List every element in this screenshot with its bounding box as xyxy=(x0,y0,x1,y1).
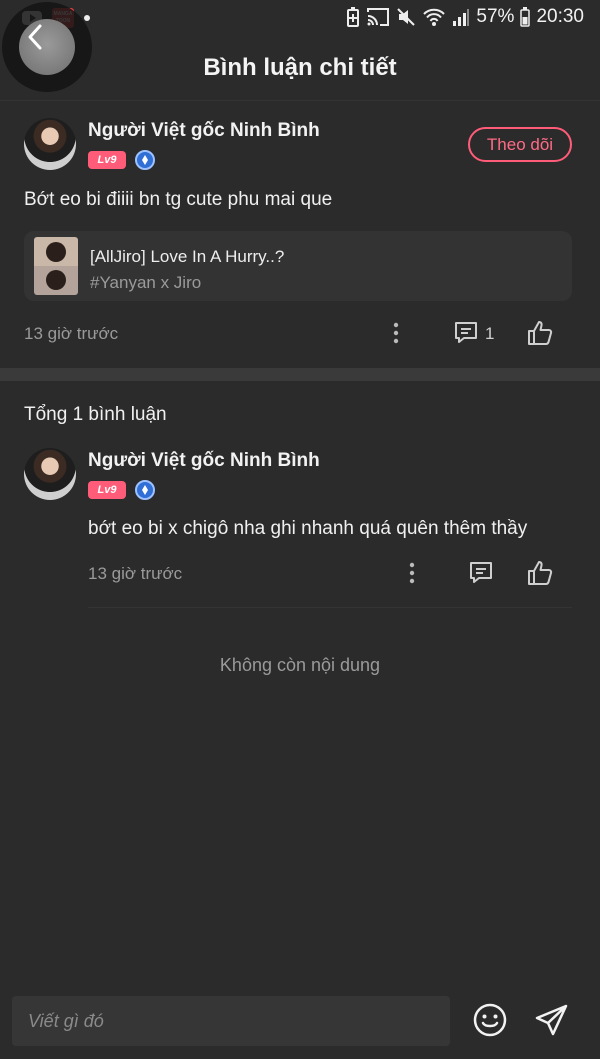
book-card[interactable]: [AllJiro] Love In A Hurry..? #Yanyan x J… xyxy=(24,231,572,301)
comment-composer xyxy=(0,980,600,1059)
comment-like-icon[interactable] xyxy=(526,559,554,587)
signal-icon xyxy=(453,9,470,26)
comment-text: bớt eo bi x chigô nha ghi nhanh quá quên… xyxy=(88,518,528,539)
comment-level-badge: Lv9 xyxy=(88,481,126,499)
book-tag: #Yanyan x Jiro xyxy=(90,273,202,292)
comment-author-name[interactable]: Người Việt gốc Ninh Bình xyxy=(88,450,320,472)
post-text: Bớt eo bi điiii bn tg cute phu mai que xyxy=(24,189,333,210)
mute-icon xyxy=(397,8,416,26)
send-icon[interactable] xyxy=(534,1002,570,1038)
more-options-icon[interactable] xyxy=(385,321,407,345)
end-of-content-label: Không còn nội dung xyxy=(219,655,381,675)
reply-icon[interactable] xyxy=(468,560,494,586)
status-bar-system: 57% 20:30 xyxy=(346,6,584,28)
book-title: [AllJiro] Love In A Hurry..? xyxy=(90,247,285,266)
verified-shield-icon xyxy=(135,150,155,170)
dot-icon xyxy=(84,15,90,21)
comment-verified-shield-icon xyxy=(135,480,155,500)
battery-icon xyxy=(520,7,531,27)
book-cover-image xyxy=(34,237,78,295)
level-badge: Lv9 xyxy=(88,151,126,169)
clock: 20:30 xyxy=(536,6,584,27)
back-button[interactable] xyxy=(2,2,92,92)
comment-icon[interactable] xyxy=(453,320,479,346)
battery-percent: 57% xyxy=(476,6,515,27)
total-comments-label: Tổng 1 bình luận xyxy=(24,404,167,425)
chevron-left-icon xyxy=(28,24,42,50)
comment-count: 1 xyxy=(485,324,495,343)
post-author-avatar[interactable] xyxy=(24,118,76,170)
comment-author-avatar[interactable] xyxy=(24,448,76,500)
post-author-name[interactable]: Người Việt gốc Ninh Bình xyxy=(88,120,320,142)
comment-time: 13 giờ trước xyxy=(88,564,183,583)
post-time: 13 giờ trước xyxy=(24,324,119,343)
status-bar: MANGATOON 57% 20:30 xyxy=(0,0,600,36)
wifi-icon xyxy=(423,8,446,26)
like-icon[interactable] xyxy=(526,319,554,347)
emoji-icon[interactable] xyxy=(472,1002,508,1038)
comment-input[interactable] xyxy=(12,996,450,1046)
comment-divider xyxy=(88,607,572,608)
follow-button[interactable]: Theo dõi xyxy=(468,127,572,162)
comment-more-options-icon[interactable] xyxy=(401,561,423,585)
section-divider xyxy=(0,368,600,381)
battery-saver-icon xyxy=(347,7,360,27)
cast-icon xyxy=(367,8,390,26)
